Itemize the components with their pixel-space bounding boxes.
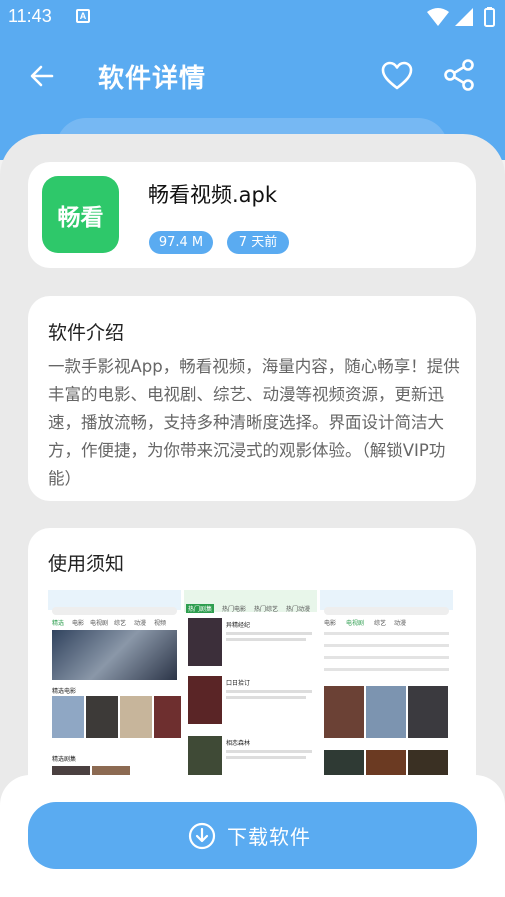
status-icons — [427, 7, 495, 27]
screenshot-tab: 综艺 — [114, 620, 127, 627]
screenshot-1[interactable]: 精选 电影 电视剧 综艺 动漫 视频 精选电影 精选剧集 — [48, 590, 181, 806]
screenshot-3[interactable]: 电影 电视剧 综艺 动漫 — [320, 590, 453, 806]
screenshot-tab: 电视剧 — [346, 620, 365, 627]
download-button[interactable]: 下载软件 — [28, 802, 477, 869]
signal-icon — [455, 8, 473, 26]
status-time: 11:43 — [8, 6, 52, 26]
screenshot-2[interactable]: 热门剧集 热门电影 热门综艺 热门动漫 异精经纪 口日拾订 相恋森林 — [184, 590, 317, 806]
app-name: 畅看视频.apk — [148, 183, 278, 207]
status-bar: 11:43 A — [0, 0, 505, 34]
screenshot-section: 精选电影 — [52, 688, 77, 695]
app-icon: 畅看 — [42, 176, 119, 253]
notice-card: 使用须知 精选 电影 电视剧 综艺 动漫 视频 精选电影 精选剧集 热门剧集 热… — [28, 528, 476, 808]
screenshot-tab: 电视剧 — [90, 620, 109, 627]
screenshot-item: 相恋森林 — [226, 740, 251, 747]
arrow-back-icon[interactable] — [26, 60, 58, 92]
screenshot-tab: 热门综艺 — [254, 606, 279, 613]
download-icon — [188, 822, 216, 850]
screenshot-tab: 动漫 — [134, 620, 147, 627]
intro-title: 软件介绍 — [48, 322, 125, 344]
wifi-icon — [427, 8, 449, 26]
screenshot-tab: 动漫 — [394, 620, 407, 627]
screenshot-tab: 热门剧集 — [186, 604, 215, 613]
screenshot-tab: 电影 — [324, 620, 337, 627]
screenshot-tab: 电影 — [72, 620, 85, 627]
screenshot-tab: 精选 — [52, 620, 65, 627]
app-info-card: 畅看 畅看视频.apk 97.4 M 7 天前 — [28, 162, 476, 268]
download-label: 下载软件 — [227, 825, 311, 849]
notice-title: 使用须知 — [48, 553, 125, 575]
updated-badge: 7 天前 — [227, 231, 289, 254]
screenshot-banner — [52, 630, 177, 680]
app-icon-text: 畅看 — [57, 205, 104, 231]
battery-icon — [484, 8, 495, 27]
heart-outline-icon[interactable] — [380, 60, 414, 92]
page-title: 软件详情 — [98, 64, 207, 94]
screenshot-tab: 视频 — [154, 620, 167, 627]
screenshot-tab: 热门电影 — [222, 606, 247, 613]
intro-card: 软件介绍 一款手影视App，畅看视频，海量内容，随心畅享！提供丰富的电影、电视剧… — [28, 296, 476, 501]
screenshot-tab: 热门动漫 — [286, 606, 311, 613]
screenshot-tab: 综艺 — [374, 620, 387, 627]
share-icon[interactable] — [442, 58, 476, 92]
size-badge: 97.4 M — [149, 231, 213, 254]
notification-icon: A — [76, 9, 90, 23]
screenshot-item: 异精经纪 — [226, 622, 251, 629]
screenshot-section: 精选剧集 — [52, 756, 77, 763]
app-bar: 软件详情 — [0, 48, 505, 104]
screenshot-item: 口日拾订 — [226, 680, 251, 687]
intro-text: 一款手影视App，畅看视频，海量内容，随心畅享！提供丰富的电影、电视剧、综艺、动… — [48, 357, 460, 488]
screenshot-gallery[interactable]: 精选 电影 电视剧 综艺 动漫 视频 精选电影 精选剧集 热门剧集 热门电影 热… — [48, 590, 456, 806]
